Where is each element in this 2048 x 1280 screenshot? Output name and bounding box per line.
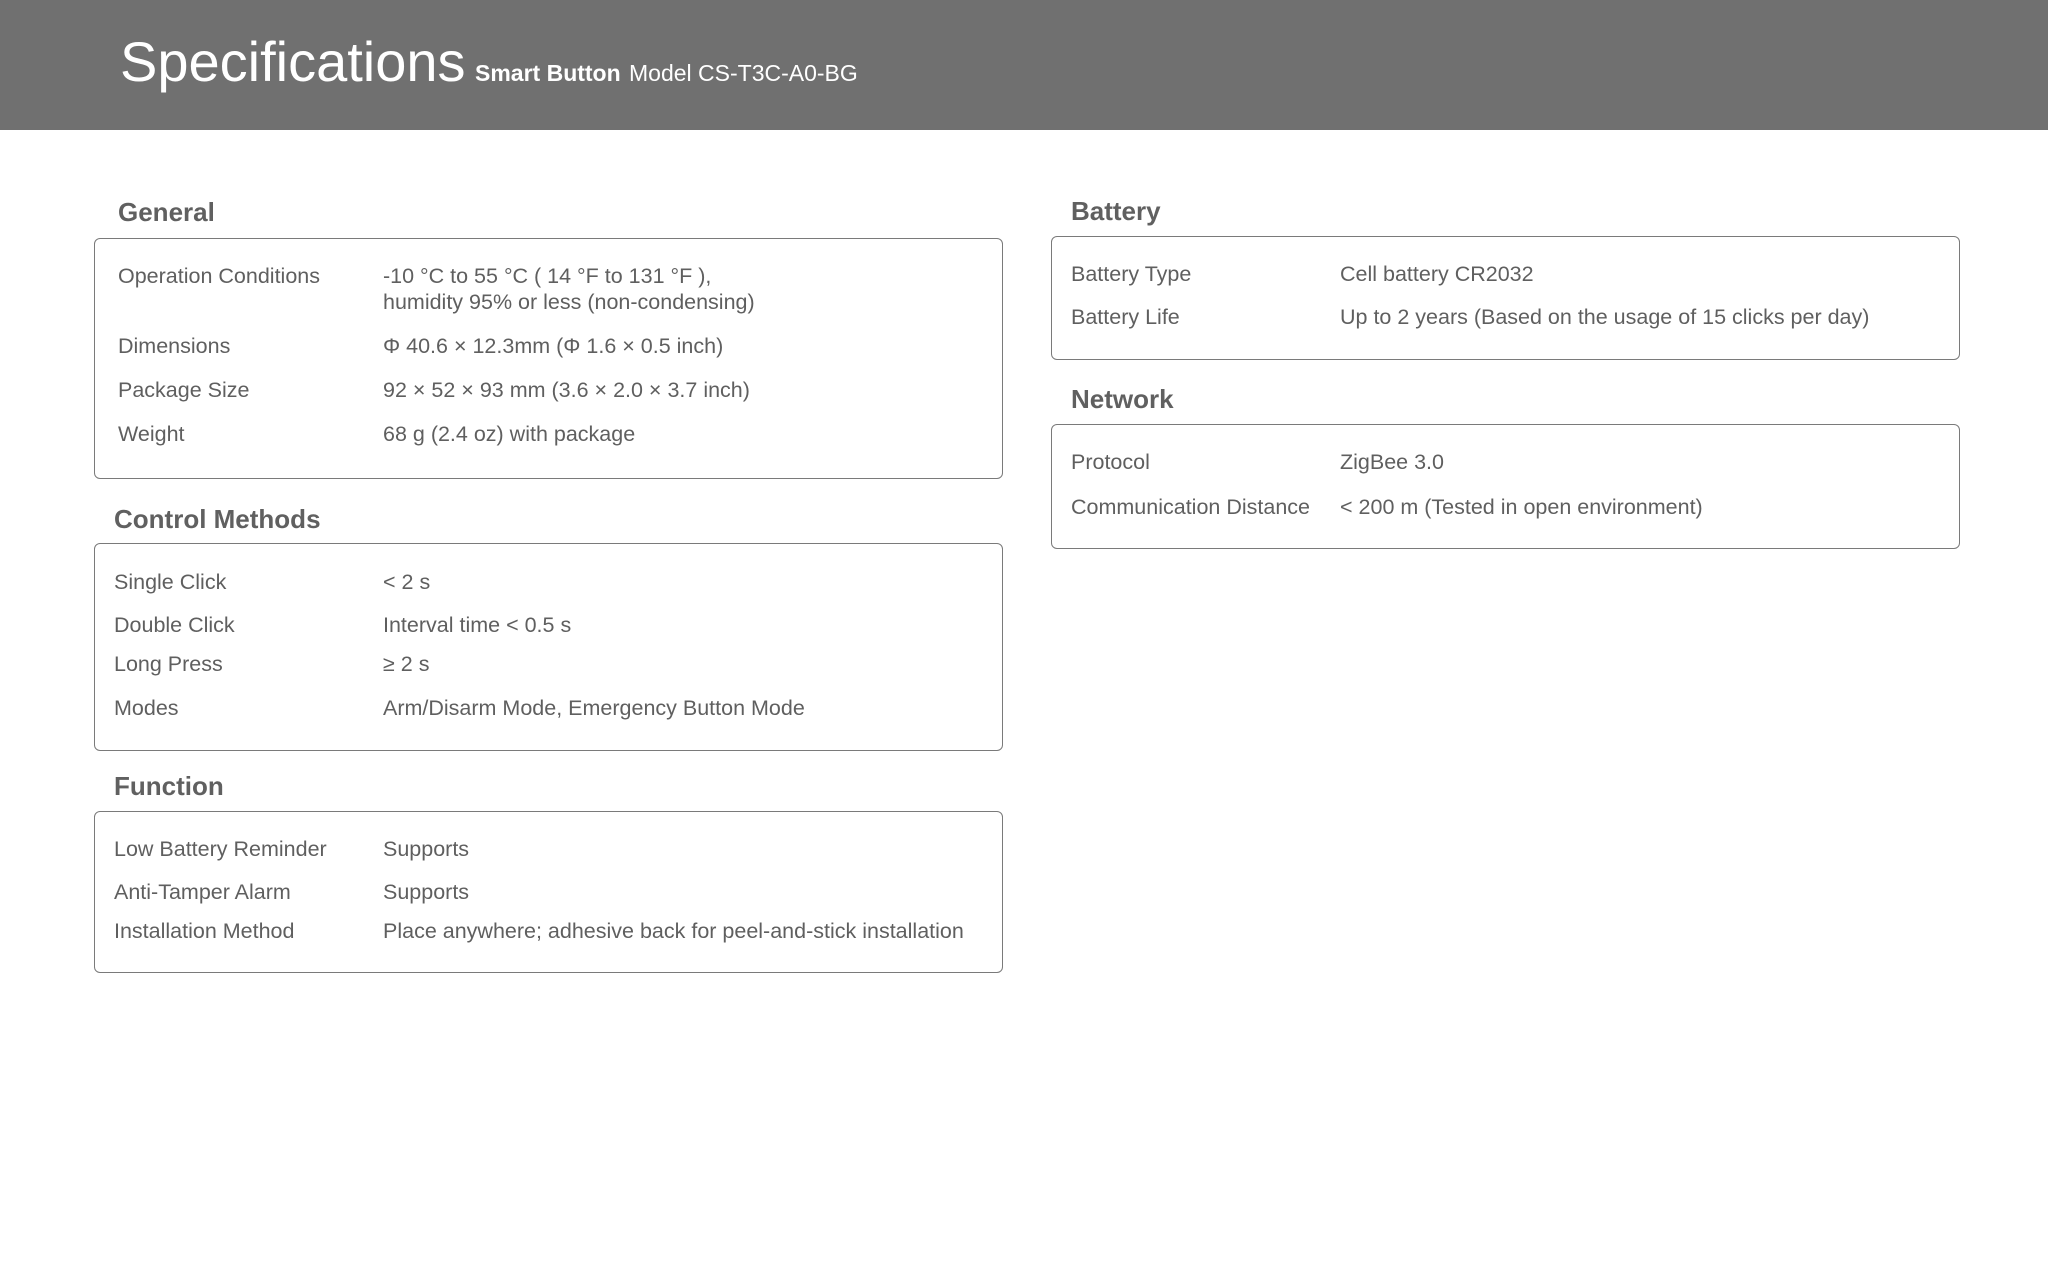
spec-label: Communication Distance: [1071, 495, 1310, 519]
spec-value: Arm/Disarm Mode, Emergency Button Mode: [383, 696, 805, 720]
section-title-battery: Battery: [1071, 196, 1161, 226]
spec-value: < 2 s: [383, 570, 431, 594]
spec-value: Supports: [383, 837, 470, 861]
spec-label: Installation Method: [114, 919, 295, 943]
page-title: Specifications: [120, 30, 466, 93]
spec-label: Battery Type: [1071, 262, 1192, 286]
battery-spec-box: [1051, 236, 1960, 360]
spec-label: Low Battery Reminder: [114, 837, 327, 861]
spec-label: Dimensions: [118, 334, 231, 358]
spec-value: -10 °C to 55 °C ( 14 °F to 131 °F ),: [383, 264, 712, 288]
page-header: Specifications Smart Button Model CS-T3C…: [0, 0, 2048, 130]
network-spec-box: [1051, 424, 1960, 549]
spec-label: Anti-Tamper Alarm: [114, 880, 291, 904]
section-title-general: General: [118, 197, 215, 227]
spec-value: 68 g (2.4 oz) with package: [383, 422, 636, 446]
section-title-control-methods: Control Methods: [114, 504, 321, 534]
spec-value: humidity 95% or less (non-condensing): [383, 290, 755, 314]
spec-value: Up to 2 years (Based on the usage of 15 …: [1340, 305, 1870, 329]
spec-value: Supports: [383, 880, 470, 904]
spec-value: Φ 40.6 × 12.3mm (Φ 1.6 × 0.5 inch): [383, 334, 724, 358]
spec-label: Single Click: [114, 570, 227, 594]
section-title-function: Function: [114, 771, 224, 801]
spec-label: Package Size: [118, 378, 250, 402]
spec-value: ZigBee 3.0: [1340, 450, 1444, 474]
spec-label: Operation Conditions: [118, 264, 320, 288]
model-number: Model CS-T3C-A0-BG: [629, 60, 858, 86]
spec-label: Double Click: [114, 613, 235, 637]
spec-label: Long Press: [114, 652, 223, 676]
spec-value: Place anywhere; adhesive back for peel-a…: [383, 919, 964, 943]
spec-value: 92 × 52 × 93 mm (3.6 × 2.0 × 3.7 inch): [383, 378, 750, 402]
spec-label: Protocol: [1071, 450, 1150, 474]
spec-value: < 200 m (Tested in open environment): [1340, 495, 1703, 519]
spec-value: Interval time < 0.5 s: [383, 613, 572, 637]
spec-label: Modes: [114, 696, 179, 720]
spec-value: Cell battery CR2032: [1340, 262, 1534, 286]
section-title-network: Network: [1071, 384, 1174, 414]
spec-label: Battery Life: [1071, 305, 1180, 329]
product-name: Smart Button: [475, 60, 621, 86]
spec-value: ≥ 2 s: [383, 652, 430, 676]
spec-label: Weight: [118, 422, 185, 446]
